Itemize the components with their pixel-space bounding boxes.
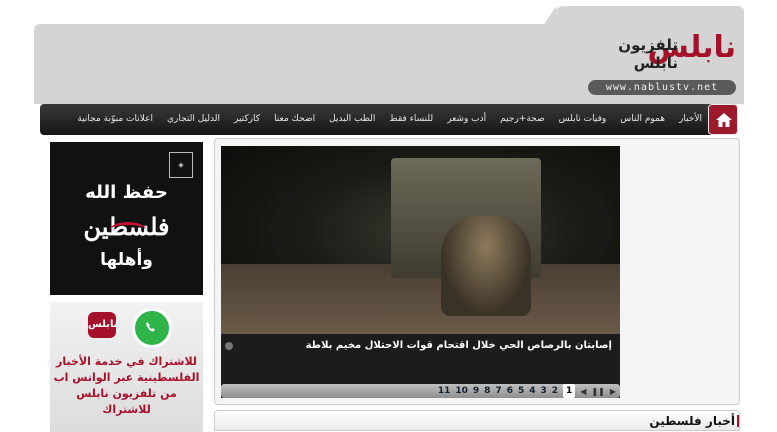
section-header: أخبار فلسطين [214, 410, 740, 431]
site-logo[interactable]: نابلس تلفزيون نابلس www.nablustv.net [586, 32, 738, 100]
caption-bullet-icon [225, 342, 233, 350]
pager-page-4[interactable]: 4 [529, 384, 535, 398]
banner-logo-icon: ◈ [169, 152, 193, 178]
pager-page-9[interactable]: 9 [473, 384, 479, 398]
main-nav: الأخبار هموم الناس وفيات نابلس صحة+رجيم … [40, 104, 738, 135]
sidebar: ◈ حفظ الله فلسطين وأهلها نابلس للاشتراك … [50, 142, 203, 432]
slider-caption[interactable]: إصابتان بالرصاص الحي خلال اقتحام قوات ال… [221, 334, 620, 358]
palestine-banner[interactable]: ◈ حفظ الله فلسطين وأهلها [50, 142, 203, 295]
page-shell: نابلس تلفزيون نابلس www.nablustv.net الأ… [34, 6, 744, 432]
logo-line-tv: تلفزيون [618, 36, 678, 54]
nav-item-people-concerns[interactable]: هموم الناس [620, 104, 665, 135]
section-accent [737, 415, 739, 427]
nav-item-women-only[interactable]: للنساء فقط [389, 104, 433, 135]
photo-figure [441, 216, 531, 316]
pager-next-icon[interactable]: ▶ [610, 387, 616, 396]
home-button[interactable] [708, 104, 738, 135]
nav-item-caricature[interactable]: كاركتير [234, 104, 260, 135]
nav-item-literature-poetry[interactable]: أدب وشعر [447, 104, 486, 135]
nav-item-news[interactable]: الأخبار [679, 104, 702, 135]
slider-footer [221, 358, 620, 384]
banner2-line-1: للاشتراك في خدمة الأخبار [56, 355, 197, 368]
banner-line-3: وأهلها [100, 250, 153, 270]
pager-prev-icon[interactable]: ◀ [580, 387, 586, 396]
pager-page-2[interactable]: 2 [552, 384, 558, 398]
section-title[interactable]: أخبار فلسطين [649, 413, 735, 429]
pager-page-8[interactable]: 8 [484, 384, 490, 398]
banner2-line-2: الفلسطينية عبر الواتس اب [53, 371, 200, 384]
pager-page-3[interactable]: 3 [540, 384, 546, 398]
pager-page-11[interactable]: 11 [438, 384, 451, 398]
pager-page-10[interactable]: 10 [455, 384, 468, 398]
banner2-line-4: للاشتراك [102, 403, 151, 416]
caption-text[interactable]: إصابتان بالرصاص الحي خلال اقتحام قوات ال… [306, 334, 612, 358]
slider-photo[interactable] [221, 146, 620, 334]
logo-url: www.nablustv.net [588, 80, 736, 95]
news-slider[interactable]: إصابتان بالرصاص الحي خلال اقتحام قوات ال… [221, 146, 620, 398]
pager-page-1[interactable]: 1 [563, 384, 576, 398]
nav-item-business-directory[interactable]: الدليل التجاري [167, 104, 220, 135]
whatsapp-subscribe-banner[interactable]: نابلس للاشتراك في خدمة الأخبار الفلسطيني… [50, 302, 203, 432]
nav-item-laugh-with-us[interactable]: اضحك معنا [274, 104, 315, 135]
nav-item-health-diet[interactable]: صحة+رجيم [500, 104, 544, 135]
banner-line-1: حفظ الله [85, 182, 168, 203]
whatsapp-icon [132, 308, 172, 348]
nablus-tv-logo-icon: نابلس [88, 312, 117, 338]
pager-page-7[interactable]: 7 [495, 384, 501, 398]
pager-page-5[interactable]: 5 [518, 384, 524, 398]
slider-pager: ▶ ❚❚ ◀ 1 2 3 4 5 6 7 8 9 10 11 [221, 384, 620, 398]
pager-numbers: ▶ ❚❚ ◀ 1 2 3 4 5 6 7 8 9 10 11 [433, 384, 616, 398]
pager-page-6[interactable]: 6 [507, 384, 513, 398]
nav-item-free-classifieds[interactable]: اعلانات مبوّبة مجانية [77, 104, 153, 135]
featured-panel: إصابتان بالرصاص الحي خلال اقتحام قوات ال… [214, 138, 740, 405]
nav-items: الأخبار هموم الناس وفيات نابلس صحة+رجيم … [63, 104, 702, 135]
banner-swoosh [110, 222, 146, 237]
banner2-line-3: من تلفزيون نابلس [76, 387, 177, 400]
nav-item-alternative-medicine[interactable]: الطب البديل [329, 104, 375, 135]
home-icon [716, 113, 732, 127]
pager-pause-icon[interactable]: ❚❚ [591, 387, 604, 396]
nav-item-obituaries[interactable]: وفيات نابلس [559, 104, 607, 135]
logo-line-nablus: نابلس [633, 54, 678, 72]
